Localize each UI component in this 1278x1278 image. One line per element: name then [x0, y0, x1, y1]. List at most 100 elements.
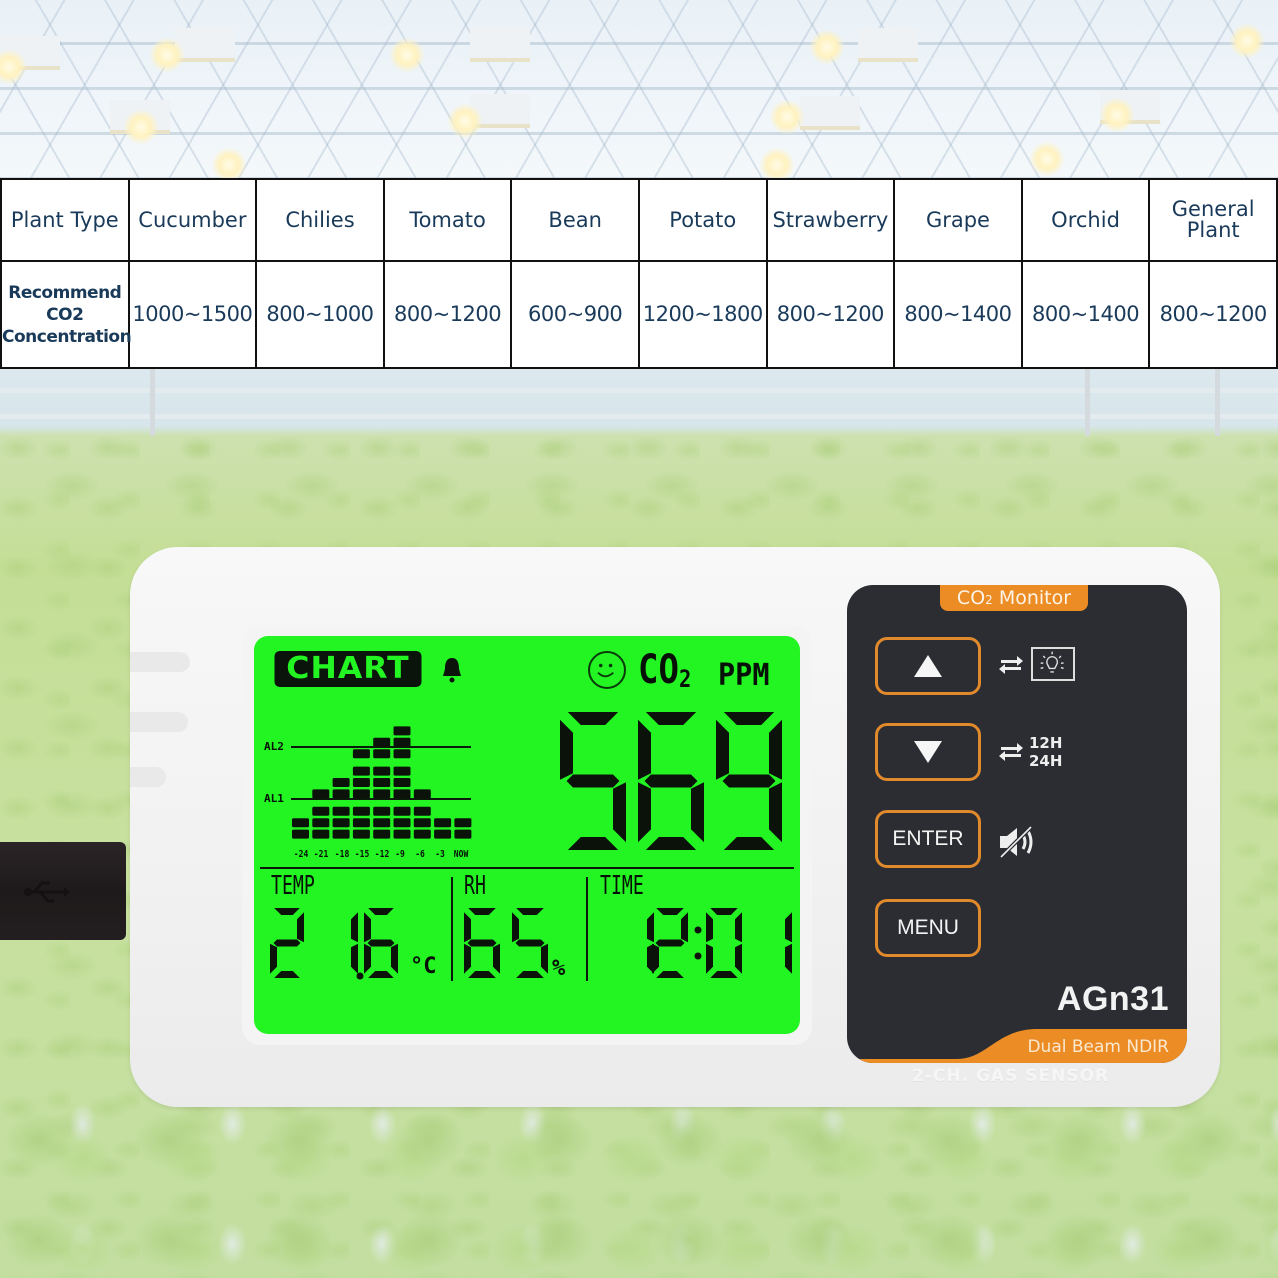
history-bar-block — [332, 778, 350, 787]
lcd-divider — [451, 877, 453, 981]
segment — [351, 912, 358, 943]
segment — [274, 908, 300, 915]
segment — [613, 782, 626, 843]
segment — [468, 971, 496, 978]
history-bar-block — [332, 789, 350, 799]
table-value-cell: 1200~1800 — [637, 260, 768, 369]
temp-label: TEMP — [271, 871, 315, 901]
history-bar-block — [393, 829, 411, 839]
history-bar-block — [352, 749, 370, 759]
segment — [367, 939, 395, 947]
segment — [735, 912, 742, 943]
table-header-cell: General Plant — [1148, 178, 1278, 262]
segment — [364, 943, 371, 974]
segment — [368, 971, 394, 978]
segment — [652, 943, 659, 974]
grow-lamp — [470, 28, 530, 62]
menu-button[interactable]: MENU — [875, 899, 981, 957]
history-bar-block — [312, 806, 330, 816]
enter-button[interactable]: ENTER — [875, 810, 981, 868]
time-colon — [694, 926, 702, 934]
history-bar-block — [413, 818, 431, 828]
vent-slot — [130, 652, 190, 672]
triangle-up-icon — [914, 655, 942, 677]
history-bar-block — [352, 806, 370, 816]
greenhouse-post — [1085, 366, 1090, 436]
segment — [722, 774, 776, 788]
panel-title: CO2 Monitor — [940, 585, 1088, 611]
segment — [467, 939, 497, 947]
model-name: AGn31 — [1056, 980, 1169, 1018]
lettuce-foreground — [0, 1100, 1278, 1278]
history-bar-block — [393, 806, 411, 816]
segment — [785, 912, 792, 943]
swap-arrows-icon — [999, 743, 1023, 761]
segment — [716, 719, 729, 780]
history-bar-block — [413, 789, 431, 799]
segment — [567, 712, 619, 725]
segment — [297, 912, 304, 943]
segment — [274, 971, 300, 978]
table-header-row: Plant Type Cucumber Chilies Tomato Bean … — [0, 178, 1278, 262]
segment — [647, 912, 654, 943]
history-bar-block — [292, 829, 309, 839]
segment — [706, 943, 713, 974]
history-bar-block — [413, 806, 431, 816]
mute-icon — [999, 825, 1033, 859]
segment — [364, 912, 371, 943]
time-label: TIME — [600, 871, 644, 901]
history-bar-block — [393, 778, 411, 787]
lamp-glow — [760, 148, 794, 182]
history-x-tick: -6 — [415, 849, 425, 860]
time-digit — [785, 912, 792, 974]
time-colon — [694, 952, 702, 960]
segment — [656, 971, 684, 978]
segment — [706, 912, 713, 943]
history-x-tick: -9 — [394, 849, 405, 860]
history-bar-block — [352, 818, 370, 828]
history-bar-block — [352, 829, 370, 839]
lamp-glow — [212, 148, 246, 182]
vent-slot — [130, 767, 166, 787]
history-bar-block — [352, 766, 370, 776]
panel-title-post: Monitor — [992, 587, 1072, 609]
segment — [691, 782, 704, 843]
history-x-tick: -3 — [435, 849, 445, 860]
history-bar-block — [312, 818, 330, 828]
segment — [645, 837, 697, 850]
segment — [512, 912, 519, 943]
table-header-cell: Cucumber — [127, 178, 258, 262]
segment — [464, 912, 471, 943]
segment — [468, 908, 496, 915]
smiley-face-icon — [597, 663, 614, 678]
segment — [541, 943, 548, 974]
lamp-glow — [810, 30, 844, 64]
lamp-glow — [124, 110, 158, 144]
temperature-digit — [351, 912, 358, 974]
segment — [515, 939, 545, 947]
table-header-plant-type: Plant Type — [0, 178, 130, 262]
history-bar-block — [393, 749, 411, 759]
history-x-tick: -15 — [354, 849, 370, 860]
co2-history-chart — [292, 726, 472, 839]
table-header-cell: Strawberry — [765, 178, 896, 262]
table-value-cell: 800~1400 — [1020, 260, 1151, 369]
table-value-cell: 800~1200 — [1148, 260, 1278, 369]
history-x-tick: -12 — [374, 849, 390, 860]
grow-lamp — [858, 28, 918, 62]
lcd-divider — [260, 867, 794, 869]
history-bar-block — [373, 789, 391, 799]
table-header-cell: Potato — [637, 178, 768, 262]
lcd-divider — [586, 877, 588, 981]
co2-digit — [638, 712, 704, 850]
up-button[interactable] — [875, 637, 981, 695]
segment — [769, 719, 782, 780]
down-button[interactable] — [875, 723, 981, 781]
triangle-down-icon — [914, 741, 942, 763]
history-x-tick: -24 — [293, 849, 309, 860]
ppm-unit-label: PPM — [718, 658, 770, 693]
history-bar-block — [393, 737, 411, 747]
greenhouse-roof-background — [0, 0, 1278, 182]
segment — [273, 939, 301, 947]
table-header-cell: Orchid — [1020, 178, 1151, 262]
